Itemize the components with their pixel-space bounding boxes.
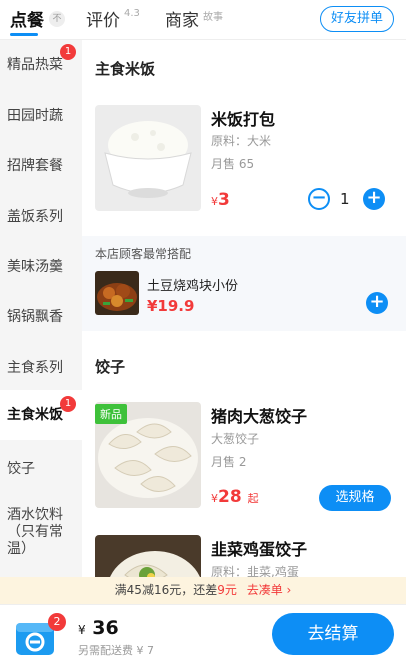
category-sidebar: 精品热菜 1 田园时蔬 招牌套餐 盖饭系列 美味汤羹 锅锅飘香 主食系列 主食米… — [0, 40, 82, 577]
sidebar-badge-hot-dishes: 1 — [60, 44, 76, 60]
currency-symbol: ¥ — [211, 492, 218, 505]
combo-dish-price: ¥19.9 — [147, 297, 195, 315]
item-name-pork-dumplings[interactable]: 猪肉大葱饺子 — [211, 403, 307, 427]
currency-symbol: ¥ — [211, 195, 218, 208]
sidebar-item-rice-bowls[interactable]: 盖饭系列 — [0, 206, 82, 226]
top-tab-bar: 点餐 不 评价 4.3 商家 故事 好友拼单 — [0, 0, 406, 40]
active-tab-indicator — [10, 33, 38, 36]
sidebar-item-dumplings[interactable]: 饺子 — [0, 458, 82, 478]
cart-total: ¥ 36 — [78, 617, 119, 639]
section-title-dumplings: 饺子 — [95, 358, 126, 376]
rice-bowl-image[interactable] — [95, 105, 201, 211]
cart-bar: 2 ¥ 36 另需配送费 ¥ 7 去结算 — [0, 604, 406, 660]
tab-order-badge: 不 — [49, 11, 65, 27]
promo-amount: 9元 — [217, 583, 237, 597]
price-value: 3 — [218, 190, 230, 210]
sidebar-badge-rice: 1 — [60, 396, 76, 412]
cart-count-badge: 2 — [48, 613, 66, 631]
decrease-quantity-button[interactable]: − — [308, 188, 330, 210]
total-value: 36 — [92, 617, 119, 639]
choose-spec-button[interactable]: 选规格 — [319, 485, 391, 511]
promo-text: 满45减16元，还差 — [114, 583, 218, 597]
sidebar-item-staples[interactable]: 主食系列 — [0, 357, 82, 377]
price-value: 28 — [218, 487, 242, 507]
menu-content: 主食米饭 米饭打包 原料：大米 月售 65 ¥3 − 1 + 本店顾客最常搭配 — [82, 40, 406, 577]
sidebar-item-soups[interactable]: 美味汤羹 — [0, 256, 82, 276]
combo-recommendation: 本店顾客最常搭配 土豆烧鸡块小份 ¥19.9 + — [82, 236, 406, 331]
item-name-chive-dumplings[interactable]: 韭菜鸡蛋饺子 — [211, 536, 307, 560]
currency-symbol: ¥ — [78, 623, 86, 637]
combo-dish-image[interactable] — [95, 271, 139, 315]
delivery-fee: 另需配送费 ¥ 7 — [78, 644, 154, 657]
sidebar-item-vegetables[interactable]: 田园时蔬 — [0, 105, 82, 125]
sidebar-item-pots[interactable]: 锅锅飘香 — [0, 306, 82, 326]
item-ingredients-chive-dumplings: 原料：韭菜,鸡蛋 — [211, 565, 299, 577]
item-price-rice: ¥3 — [211, 190, 230, 210]
item-price-pork-dumplings: ¥28 起 — [211, 487, 259, 507]
merchant-story-label: 故事 — [203, 12, 223, 23]
combo-dish-name[interactable]: 土豆烧鸡块小份 — [147, 275, 238, 294]
new-item-tag: 新品 — [95, 404, 127, 424]
reviews-score: 4.3 — [124, 8, 140, 19]
tab-order[interactable]: 点餐 — [10, 6, 44, 31]
tab-reviews[interactable]: 评价 — [86, 6, 120, 31]
item-ingredients-pork-dumplings: 大葱饺子 — [211, 432, 260, 446]
combo-header: 本店顾客最常搭配 — [95, 247, 192, 261]
item-ingredients-rice: 原料：大米 — [211, 134, 272, 148]
add-combo-button[interactable]: + — [366, 292, 388, 314]
tab-merchant[interactable]: 商家 — [165, 6, 199, 31]
item-sales-rice: 月售 65 — [211, 157, 255, 171]
group-order-button[interactable]: 好友拼单 — [319, 6, 394, 32]
price-suffix: 起 — [247, 492, 259, 505]
increase-quantity-button[interactable]: + — [363, 188, 385, 210]
item-name-rice[interactable]: 米饭打包 — [211, 106, 275, 130]
chive-dumplings-image[interactable] — [95, 535, 201, 577]
item-sales-pork-dumplings: 月售 2 — [211, 455, 247, 469]
checkout-button[interactable]: 去结算 — [272, 613, 394, 655]
sidebar-item-signature-sets[interactable]: 招牌套餐 — [0, 155, 82, 175]
discount-promo-bar: 满45减16元，还差9元 去凑单 › — [0, 577, 406, 604]
quantity-value: 1 — [340, 190, 350, 208]
promo-add-more-link[interactable]: 去凑单 › — [247, 583, 292, 597]
sidebar-item-drinks[interactable]: 酒水饮料（只有常温） — [0, 507, 74, 558]
section-title-rice: 主食米饭 — [95, 60, 156, 78]
